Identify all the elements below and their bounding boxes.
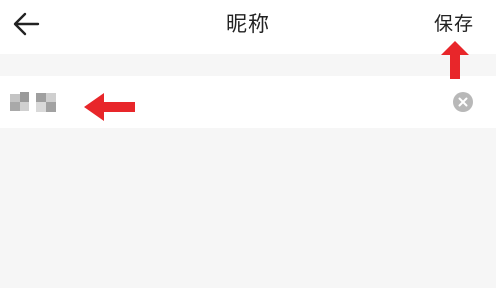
nickname-edit-screen: 昵称 保存 [0, 0, 496, 288]
red-arrow-left-annotation [84, 93, 135, 121]
page-title: 昵称 [226, 12, 270, 36]
nickname-field-row [0, 76, 496, 128]
section-spacer [0, 54, 496, 76]
top-bar: 昵称 保存 [0, 0, 496, 54]
empty-content-area [0, 128, 496, 288]
red-arrow-up-annotation [441, 41, 469, 79]
nickname-input[interactable] [10, 86, 410, 118]
clear-input-button[interactable] [453, 92, 473, 112]
save-button[interactable]: 保存 [434, 9, 474, 36]
clear-circle-icon [458, 97, 468, 107]
